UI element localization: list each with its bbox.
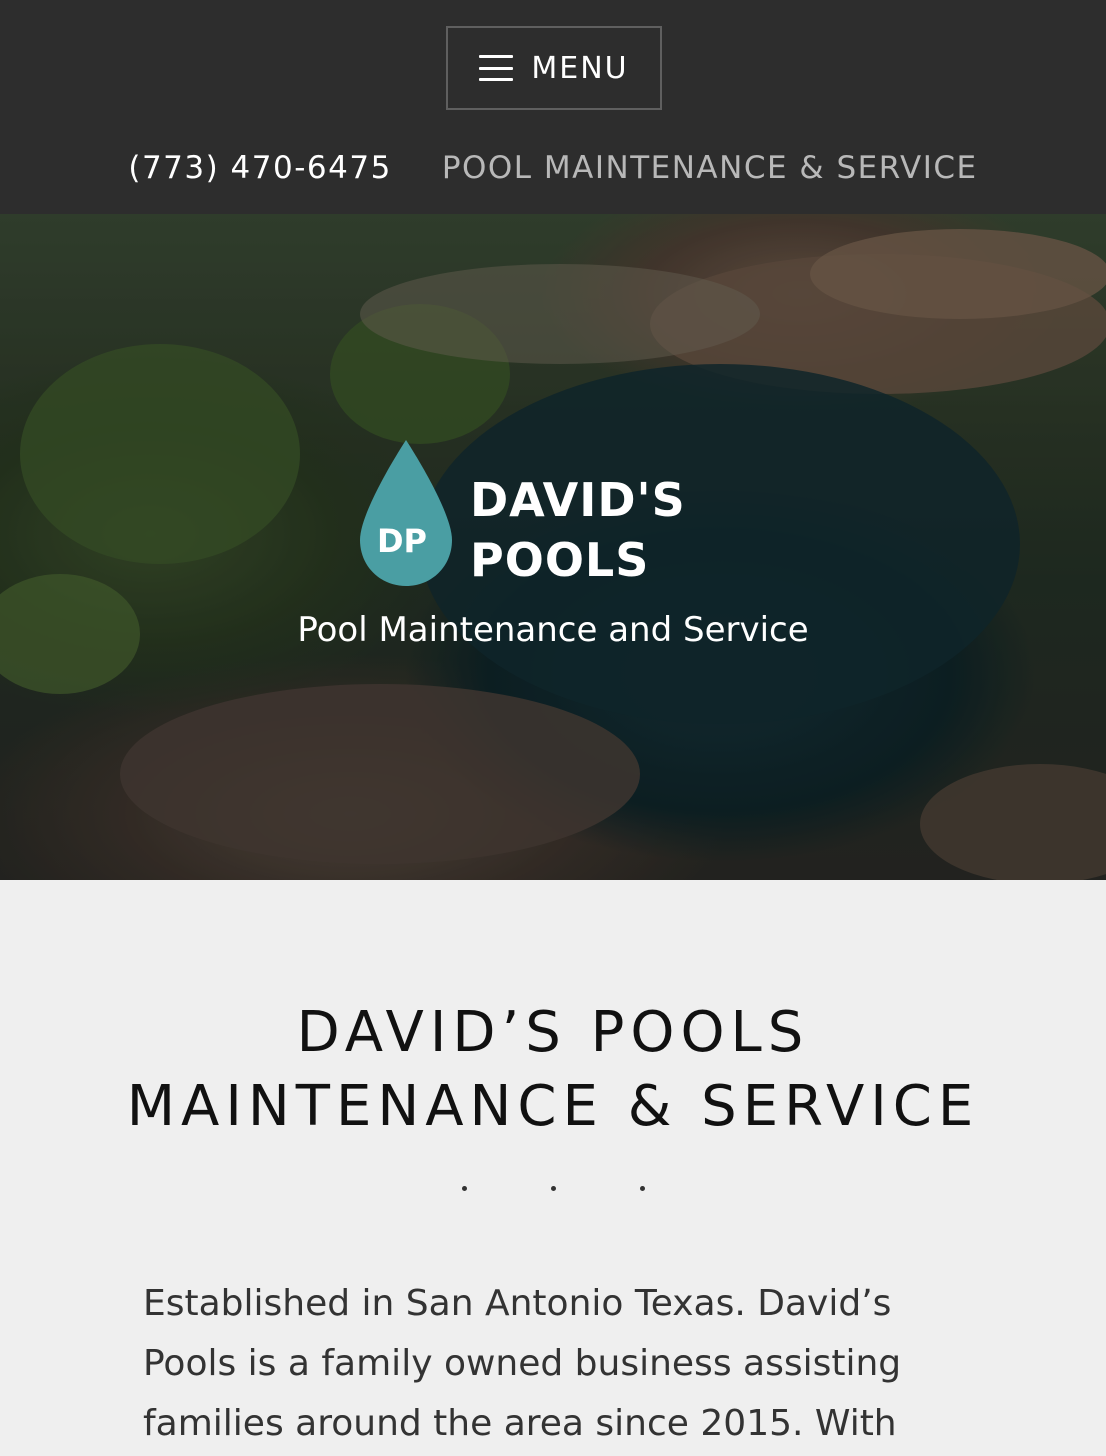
hamburger-icon xyxy=(479,55,514,81)
menu-button[interactable]: MENU xyxy=(446,26,662,110)
logo-line-2: POOLS xyxy=(470,533,650,587)
site-tagline: Pool Maintenance and Service xyxy=(297,610,809,650)
phone-link[interactable]: (773) 470-6475 xyxy=(128,150,391,186)
page-title: DAVID’S POOLS MAINTENANCE & SERVICE xyxy=(0,996,1106,1144)
main-content: DAVID’S POOLS MAINTENANCE & SERVICE Esta… xyxy=(0,880,1106,1456)
nav-pool-maintenance-service[interactable]: POOL MAINTENANCE & SERVICE xyxy=(442,150,978,186)
page-title-line-1: DAVID’S POOLS xyxy=(296,1000,810,1065)
hero-banner: DP DAVID'S POOLS Pool Maintenance and Se… xyxy=(0,214,1106,880)
logo-initials: DP xyxy=(377,522,427,560)
site-header: MENU (773) 470-6475 POOL MAINTENANCE & S… xyxy=(0,0,1106,214)
intro-paragraph: Established in San Antonio Texas. David’… xyxy=(143,1283,902,1444)
title-divider-dots xyxy=(0,1186,1106,1191)
logo-line-1: DAVID'S xyxy=(470,473,686,527)
top-nav: (773) 470-6475 POOL MAINTENANCE & SERVIC… xyxy=(0,138,1106,198)
menu-label: MENU xyxy=(531,50,629,86)
site-logo[interactable]: DP DAVID'S POOLS xyxy=(360,440,690,590)
page-title-line-2: MAINTENANCE & SERVICE xyxy=(126,1074,980,1139)
logo-wordmark: DAVID'S POOLS xyxy=(470,470,686,590)
water-drop-logo-icon: DP xyxy=(360,440,452,586)
